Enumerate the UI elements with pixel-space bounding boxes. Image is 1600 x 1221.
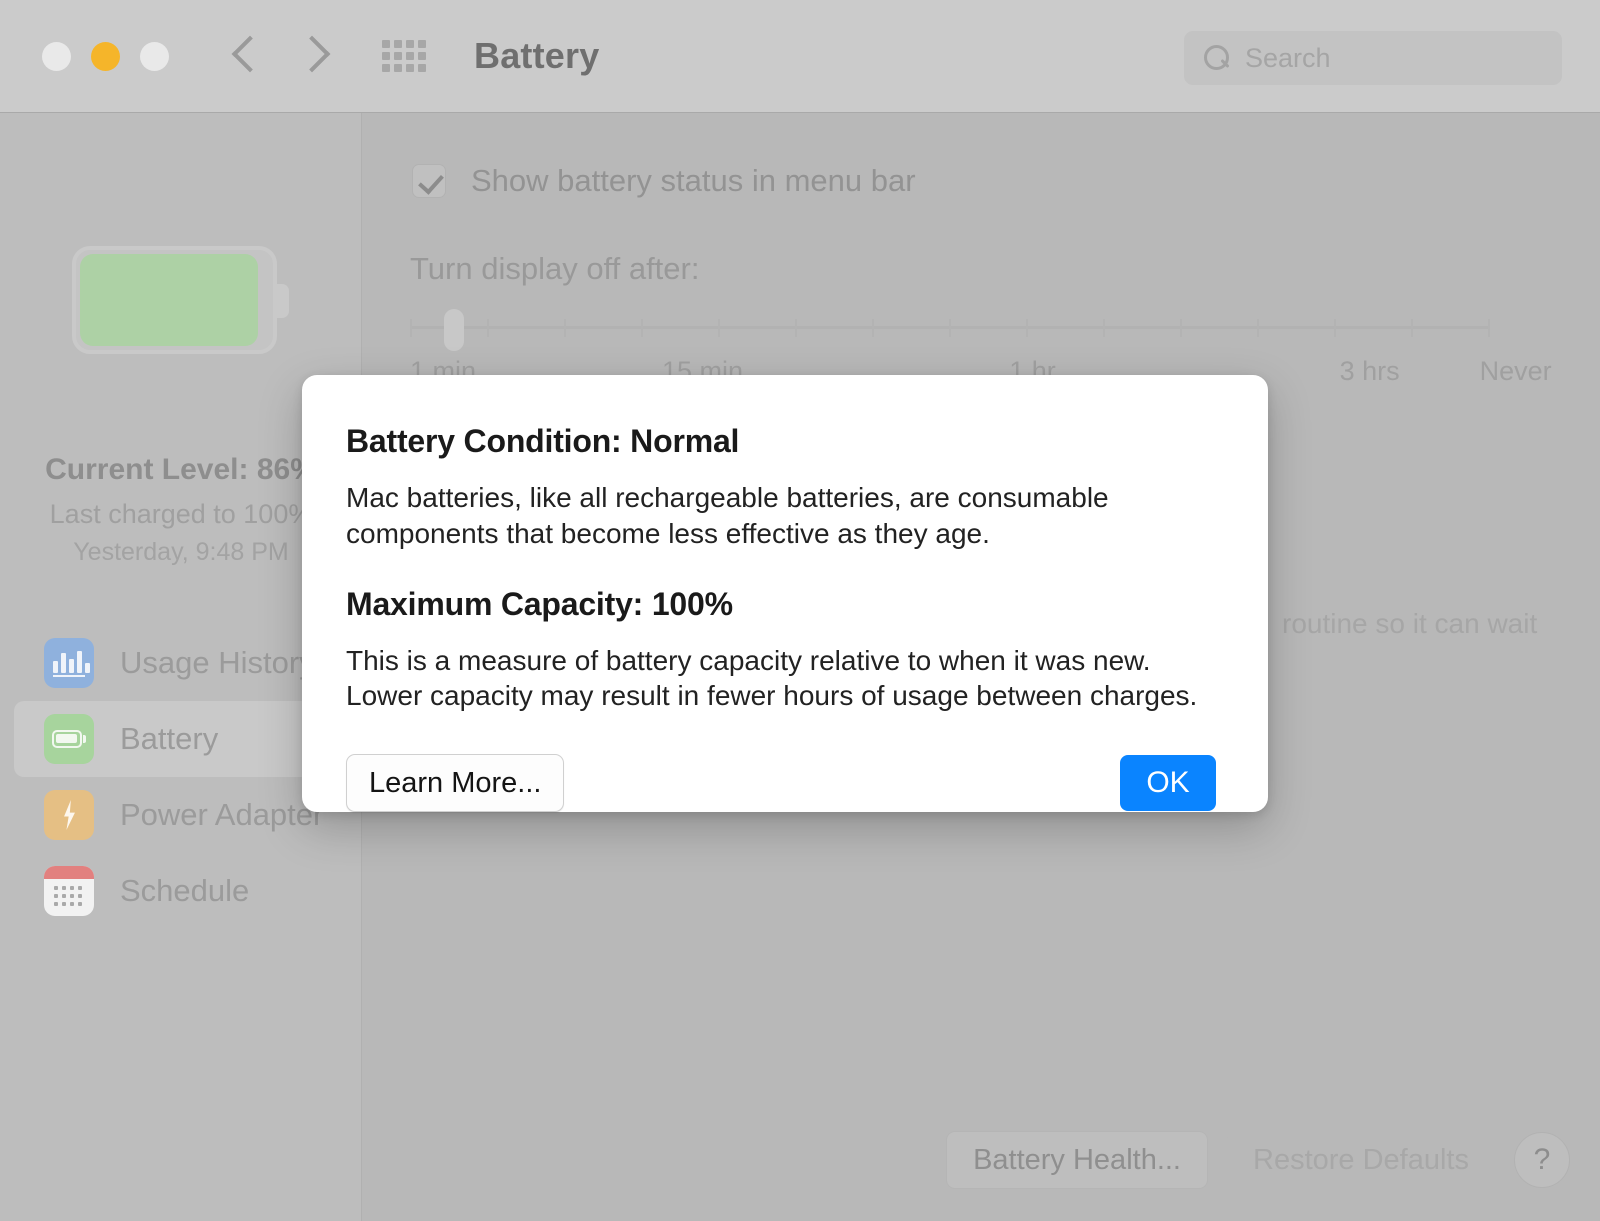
dialog-action-row: Learn More... OK <box>346 754 1216 813</box>
search-field[interactable]: Search <box>1184 31 1562 85</box>
grid-cell <box>418 40 426 48</box>
grid-cell <box>394 64 402 72</box>
battery-health-button[interactable]: Battery Health... <box>946 1131 1208 1189</box>
slider-tick <box>949 319 951 337</box>
slider-tick <box>1488 319 1490 337</box>
bolt-icon <box>44 790 94 840</box>
slider-tick <box>1103 319 1105 337</box>
battery-condition-description: Mac batteries, like all rechargeable bat… <box>346 482 1109 549</box>
battery-illustration <box>72 246 289 354</box>
slider-tick <box>1026 319 1028 337</box>
back-chevron-icon[interactable] <box>229 30 259 82</box>
slider-tick <box>872 319 874 337</box>
bar-chart-icon <box>44 638 94 688</box>
battery-terminal-cap <box>275 284 289 318</box>
battery-icon <box>44 714 94 764</box>
slider-tick <box>795 319 797 337</box>
slider-tick <box>564 319 566 337</box>
grid-cell <box>418 64 426 72</box>
slider-tick <box>1257 319 1259 337</box>
window-titlebar: Battery Search <box>0 0 1600 113</box>
show-battery-status-label: Show battery status in menu bar <box>471 163 916 198</box>
maximum-capacity-description: This is a measure of battery capacity re… <box>346 644 1198 712</box>
slider-tick <box>1334 319 1336 337</box>
sidebar-item-battery[interactable]: Battery <box>14 701 348 777</box>
grid-cell <box>394 40 402 48</box>
grid-cell <box>394 52 402 60</box>
slider-tick <box>1411 319 1413 337</box>
battery-condition-dialog: Battery Condition: Normal Mac batteries,… <box>302 375 1268 813</box>
battery-fill-level <box>80 254 258 346</box>
restore-defaults-button[interactable]: Restore Defaults <box>1226 1131 1496 1189</box>
sidebar-item-usage-history[interactable]: Usage History <box>14 625 348 701</box>
slider-tick-marks <box>410 319 1490 337</box>
search-icon <box>1204 44 1231 72</box>
slider-tick <box>487 319 489 337</box>
sidebar-item-label: Usage History <box>120 645 315 680</box>
battery-condition-heading: Battery Condition: Normal <box>346 423 740 459</box>
zoom-window-button[interactable] <box>140 41 169 71</box>
grid-cell <box>382 52 390 60</box>
bottom-button-bar: Battery Health... Restore Defaults ? <box>362 1131 1600 1189</box>
forward-chevron-icon[interactable] <box>299 30 329 82</box>
slider-tick <box>1180 319 1182 337</box>
learn-more-button[interactable]: Learn More... <box>346 754 565 813</box>
navigation-arrows <box>229 30 329 82</box>
traffic-light-group <box>42 41 169 71</box>
slider-tick <box>718 319 720 337</box>
show-battery-status-row[interactable]: Show battery status in menu bar <box>412 163 916 199</box>
calendar-icon <box>44 866 94 916</box>
sidebar-item-power-adapter[interactable]: Power Adapter <box>14 777 348 853</box>
grid-cell <box>406 64 414 72</box>
grid-cell <box>406 40 414 48</box>
help-button[interactable]: ? <box>1514 1132 1570 1188</box>
battery-body-shape <box>72 246 277 354</box>
preferences-window: Battery Search Current Level: 86% Last c… <box>0 0 1600 1221</box>
window-title: Battery <box>474 35 600 76</box>
partial-background-text: routine so it can wait <box>1282 608 1538 639</box>
display-sleep-slider[interactable] <box>410 309 1490 351</box>
slider-tick-label: 3 hrs <box>1339 356 1400 386</box>
sidebar-item-label: Schedule <box>120 873 250 908</box>
close-window-button[interactable] <box>42 41 71 71</box>
turn-display-off-label: Turn display off after: <box>410 251 700 286</box>
grid-cell <box>406 52 414 60</box>
slider-thumb[interactable] <box>444 309 465 351</box>
grid-cell <box>382 40 390 48</box>
show-battery-status-checkbox[interactable] <box>412 164 446 198</box>
ok-button[interactable]: OK <box>1120 755 1216 812</box>
show-all-grid-icon[interactable] <box>382 40 426 72</box>
grid-cell <box>382 64 390 72</box>
slider-tick <box>410 319 412 337</box>
maximum-capacity-heading: Maximum Capacity: 100% <box>346 585 733 622</box>
sidebar-item-schedule[interactable]: Schedule <box>14 853 348 929</box>
minimize-window-button[interactable] <box>91 41 120 71</box>
search-placeholder: Search <box>1245 42 1331 73</box>
grid-cell <box>418 52 426 60</box>
sidebar-item-label: Battery <box>120 721 219 756</box>
slider-tick <box>641 319 643 337</box>
sidebar-item-label: Power Adapter <box>120 797 324 832</box>
slider-tick-label: Never <box>1479 356 1552 386</box>
